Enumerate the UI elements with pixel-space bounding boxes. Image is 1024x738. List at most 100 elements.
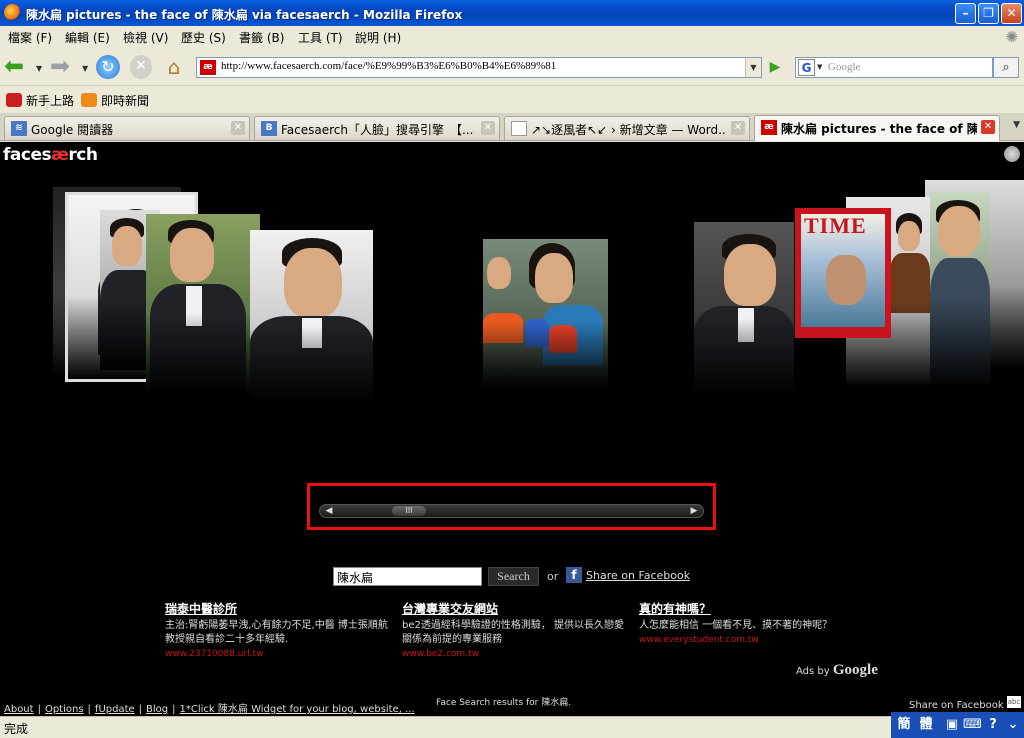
ads-by-google[interactable]: Ads by Google: [796, 662, 878, 679]
search-placeholder: Google: [828, 61, 861, 73]
options-link[interactable]: Options: [45, 704, 84, 715]
home-icon[interactable]: ⌂: [162, 55, 186, 79]
blog-link[interactable]: Blog: [146, 704, 168, 715]
minimize-button[interactable]: –: [955, 3, 976, 24]
stop-icon[interactable]: ✕: [130, 55, 152, 79]
forward-arrow-icon[interactable]: ➡: [50, 54, 78, 79]
share-on-facebook-link[interactable]: Share on Facebook: [586, 569, 690, 582]
menu-help[interactable]: 說明 (H): [355, 29, 401, 46]
address-bar[interactable]: æ http://www.facesaerch.com/face/%E9%99%…: [196, 57, 762, 78]
face-thumbnail[interactable]: [694, 222, 794, 397]
page-content: facesærch TIME ◀ III ▶ 陳水扁 Search or f S…: [0, 142, 1024, 716]
forward-dropdown-icon[interactable]: ▼: [82, 64, 88, 73]
tab-wordpress[interactable]: ↗↘逐風者↖↙ › 新增文章 — Word... ✕: [504, 116, 750, 140]
menu-view[interactable]: 檢視 (V): [123, 29, 168, 46]
menu-tools[interactable]: 工具 (T): [298, 29, 343, 46]
menu-history[interactable]: 歷史 (S): [181, 29, 226, 46]
face-thumbnail[interactable]: [250, 230, 373, 405]
about-link[interactable]: About: [4, 704, 34, 715]
ad-block[interactable]: 瑞泰中醫診所 主治:腎虧陽萎早洩,心有餘力不足,中醫 博士張順航教授親自看診二十…: [165, 600, 395, 659]
ad-block[interactable]: 真的有神嗎？ 人怎麼能相信 一個看不見、摸不著的神呢？ www.everystu…: [639, 600, 869, 645]
ime-toolbar: 簡 體 ▣ ⌨ ? ⌄: [891, 712, 1024, 738]
tab-close-icon[interactable]: ✕: [731, 121, 745, 135]
ad-url[interactable]: www.everystudent.com.tw: [639, 635, 869, 645]
facebook-icon[interactable]: f: [566, 567, 582, 583]
menu-bookmarks[interactable]: 書籤 (B): [239, 29, 284, 46]
url-text[interactable]: http://www.facesaerch.com/face/%E9%99%B3…: [221, 60, 556, 72]
firefox-window: 陳水扁 pictures - the face of 陳水扁 via faces…: [0, 0, 1024, 738]
ad-title[interactable]: 瑞泰中醫診所: [165, 600, 395, 617]
time-logo: TIME: [804, 213, 867, 238]
throbber-gear-icon: ✺: [1005, 28, 1018, 46]
ad-title[interactable]: 真的有神嗎？: [639, 600, 869, 617]
ads-by-label: Ads by: [796, 666, 830, 677]
rss-icon: ≋: [11, 121, 27, 136]
close-window-button[interactable]: ✕: [1001, 3, 1022, 24]
title-bar: 陳水扁 pictures - the face of 陳水扁 via faces…: [0, 0, 1024, 26]
site-favicon-icon: æ: [200, 60, 216, 75]
tab-label: Google 閱讀器: [31, 123, 114, 137]
tab-close-icon[interactable]: ✕: [231, 121, 245, 135]
search-button[interactable]: Search: [488, 567, 539, 586]
google-engine-icon[interactable]: G: [798, 59, 815, 76]
bookmark-latest-news[interactable]: 即時新聞: [81, 92, 149, 109]
engine-dropdown-icon[interactable]: ▼: [817, 63, 822, 71]
bookmarks-toolbar: 新手上路 即時新聞: [0, 87, 1024, 113]
page-footer: About | Options | fUpdate | Blog | 1*Click 陳水扁 W…: [4, 704, 415, 715]
face-thumbnail-center[interactable]: [483, 239, 608, 389]
search-magnifier-icon[interactable]: ⌕: [993, 57, 1019, 78]
reload-icon[interactable]: ↻: [96, 55, 120, 79]
bookmark-label: 新手上路: [26, 94, 75, 108]
ime-help-icon[interactable]: ?: [985, 716, 1001, 734]
ime-menu-icon[interactable]: ⌄: [1005, 716, 1021, 734]
tab-label: Facesaerch「人臉」搜尋引擎 【...: [281, 123, 474, 137]
url-history-dropdown-icon[interactable]: ▼: [745, 58, 761, 77]
tab-facesaerch-active[interactable]: æ 陳水扁 pictures - the face of 陳... ✕: [754, 115, 1000, 141]
tab-google-reader[interactable]: ≋ Google 閱讀器 ✕: [4, 116, 250, 140]
go-arrow-icon[interactable]: ▶: [765, 57, 785, 78]
cover-face: [826, 255, 866, 305]
time-magazine-cover[interactable]: TIME: [795, 208, 891, 338]
widget-link[interactable]: 1*Click 陳水扁 Widget for your blog, websit…: [180, 704, 415, 715]
face-thumbnail[interactable]: [146, 214, 260, 394]
ime-key[interactable]: 體: [917, 716, 935, 734]
menu-edit[interactable]: 編輯 (E): [65, 29, 110, 46]
bookmark-getting-started[interactable]: 新手上路: [6, 92, 74, 109]
page-icon: [511, 121, 527, 136]
face-thumbnail[interactable]: [930, 192, 990, 387]
scroll-thumb[interactable]: III: [392, 506, 426, 516]
or-label: or: [547, 570, 559, 583]
share-on-facebook-footer[interactable]: Share on Facebook: [909, 700, 1004, 711]
ad-description: 人怎麼能相信 一個看不見、摸不著的神呢？: [639, 620, 833, 631]
scroll-left-arrow-icon[interactable]: ◀: [322, 505, 336, 517]
firefox-icon: [4, 4, 21, 21]
ad-block[interactable]: 台灣專業交友網站 be2透過經科學驗證的性格測驗， 提供以長久戀愛關係為前提的專…: [402, 600, 632, 659]
scroll-right-arrow-icon[interactable]: ▶: [687, 505, 701, 517]
settings-icon[interactable]: [1004, 146, 1020, 162]
face-search-input[interactable]: 陳水扁: [333, 567, 482, 586]
ime-key[interactable]: 簡: [895, 716, 913, 734]
coverflow-scrollbar[interactable]: ◀ III ▶: [319, 504, 704, 518]
menu-file[interactable]: 檔案 (F): [8, 29, 52, 46]
back-dropdown-icon[interactable]: ▼: [36, 64, 42, 73]
ad-url[interactable]: www.23710088.url.tw: [165, 649, 395, 659]
facesaerch-logo[interactable]: facesærch: [3, 145, 98, 165]
tab-facesaerch-blog[interactable]: B Facesaerch「人臉」搜尋引擎 【... ✕: [254, 116, 500, 140]
ime-keyboard-icon[interactable]: ⌨: [963, 716, 982, 734]
window-title: 陳水扁 pictures - the face of 陳水扁 via faces…: [26, 8, 463, 22]
abc-icon: abc: [1007, 696, 1021, 708]
status-bar: 完成: [0, 716, 1024, 738]
tab-close-icon[interactable]: ✕: [981, 120, 995, 134]
ad-title[interactable]: 台灣專業交友網站: [402, 600, 632, 617]
tab-list-dropdown-icon[interactable]: ▼: [1013, 120, 1020, 130]
rss-feed-icon: [81, 93, 97, 107]
ad-url[interactable]: www.be2.com.tw: [402, 649, 632, 659]
tab-close-icon[interactable]: ✕: [481, 121, 495, 135]
back-arrow-icon[interactable]: ⬅: [4, 54, 32, 79]
ime-key[interactable]: ▣: [943, 716, 961, 734]
web-search-box[interactable]: G ▼ Google: [795, 57, 993, 78]
ad-description: be2透過經科學驗證的性格測驗， 提供以長久戀愛關係為前提的專業服務: [402, 620, 625, 645]
firefox-bookmark-icon: [6, 93, 22, 107]
fupdate-link[interactable]: fUpdate: [95, 704, 135, 715]
maximize-button[interactable]: ❐: [978, 3, 999, 24]
